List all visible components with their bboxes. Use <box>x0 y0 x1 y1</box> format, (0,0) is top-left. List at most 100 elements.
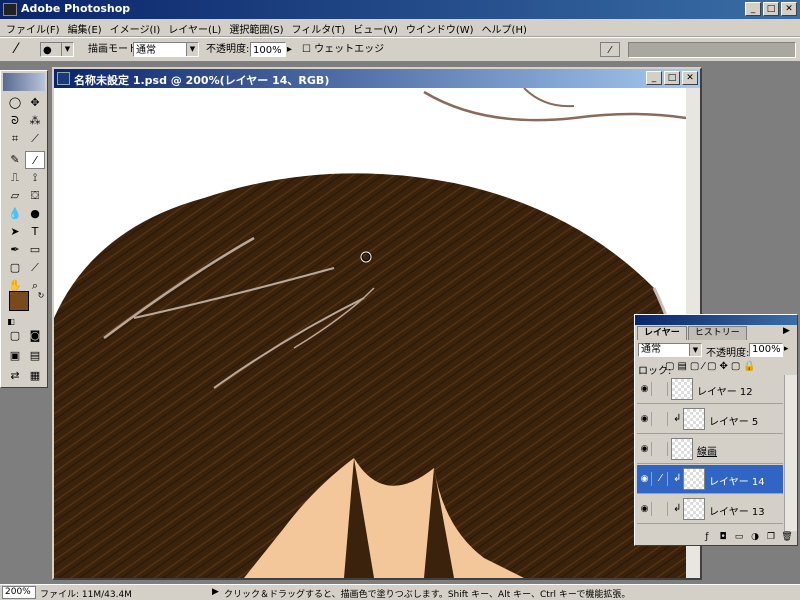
healing-tool-icon[interactable]: ✎ <box>5 151 25 169</box>
visibility-eye-icon[interactable]: ◉ <box>638 442 652 456</box>
slice-tool-icon[interactable]: ⟋ <box>25 130 45 148</box>
layer-name: レイヤー 14 <box>709 477 765 488</box>
lasso-tool-icon[interactable]: ᘐ <box>5 112 25 130</box>
image-canvas[interactable] <box>54 88 686 578</box>
doc-close-button[interactable]: ✕ <box>682 71 698 85</box>
menu-edit[interactable]: 編集(E) <box>66 19 108 36</box>
imageready-jump-icon[interactable]: ⇄ <box>5 367 25 385</box>
layers-palette: レイヤー ヒストリー ▶ 通常 ▼ 不透明度: 100% ▸ ロック: ▢▤▢⁄▢… <box>634 314 798 546</box>
minimize-button[interactable]: _ <box>745 2 761 16</box>
menu-bar: ファイル(F) 編集(E) イメージ(I) レイヤー(L) 選択範囲(S) フィ… <box>0 19 800 37</box>
tab-history[interactable]: ヒストリー <box>687 326 747 340</box>
new-set-icon[interactable]: ▭ <box>733 531 745 543</box>
menu-image[interactable]: イメージ(I) <box>108 19 167 36</box>
zoom-field[interactable]: 200% <box>2 586 36 599</box>
adjustment-layer-icon[interactable]: ◑ <box>749 531 761 543</box>
shape-tool-icon[interactable]: ▭ <box>25 241 45 259</box>
visibility-eye-icon[interactable]: ◉ <box>638 502 652 516</box>
layer-row-selected[interactable]: ◉ ⁄ ↲ レイヤー 14 <box>637 465 783 494</box>
foreground-color-swatch[interactable] <box>9 291 29 311</box>
wet-edges-checkbox[interactable]: ☐ ウェットエッジ <box>302 42 384 57</box>
menu-view[interactable]: ビュー(V) <box>351 19 404 36</box>
brush-tool-icon[interactable]: ⁄ <box>6 42 26 57</box>
menu-help[interactable]: ヘルプ(H) <box>480 19 533 36</box>
standard-mode-icon[interactable]: ▢ <box>5 327 25 345</box>
eraser-tool-icon[interactable]: ▱ <box>5 187 25 205</box>
blend-mode-select[interactable]: 通常 ▼ <box>638 343 702 357</box>
marquee-tool-icon[interactable]: ◯ <box>5 94 25 112</box>
layer-opacity-field[interactable]: 100% <box>749 343 783 357</box>
layer-mask-icon[interactable]: ◘ <box>717 531 729 543</box>
visibility-eye-icon[interactable]: ◉ <box>638 382 652 396</box>
palette-well[interactable] <box>628 42 796 58</box>
link-icon[interactable] <box>654 502 668 516</box>
layers-scrollbar[interactable] <box>784 375 797 531</box>
link-icon[interactable] <box>654 412 668 426</box>
clipping-arrow-icon: ↲ <box>673 413 682 424</box>
menu-filter[interactable]: フィルタ(T) <box>289 19 351 36</box>
move-tool-icon[interactable]: ✥ <box>25 94 45 112</box>
layer-row[interactable]: ◉ 線画 <box>637 435 783 464</box>
halo-sketch <box>423 90 686 122</box>
menu-file[interactable]: ファイル(F) <box>4 19 66 36</box>
document-window: 名称未設定 1.psd @ 200%(レイヤー 14、RGB) _ □ ✕ <box>52 67 702 580</box>
brush-tool-icon-active[interactable]: ⁄ <box>25 151 45 169</box>
tab-layers[interactable]: レイヤー <box>637 326 687 340</box>
path-select-tool-icon[interactable]: ➤ <box>5 223 25 241</box>
link-icon[interactable] <box>654 382 668 396</box>
blur-tool-icon[interactable]: 💧 <box>5 205 25 223</box>
status-menu-arrow-icon[interactable]: ▶ <box>212 587 219 597</box>
opacity-field[interactable]: 100% <box>250 42 286 57</box>
visibility-eye-icon[interactable]: ◉ <box>638 472 652 486</box>
photoshop-app-icon <box>3 3 17 16</box>
eyedropper-tool-icon[interactable]: ⟋ <box>25 259 45 277</box>
brush-icon: ⁄ <box>654 472 668 486</box>
layer-opacity-arrow-icon[interactable]: ▸ <box>784 344 789 354</box>
screen-mode-full-icon[interactable]: ▤ <box>25 347 45 365</box>
maximize-button[interactable]: □ <box>763 2 779 16</box>
layer-name: レイヤー 5 <box>709 417 759 428</box>
document-title: 名称未設定 1.psd @ 200%(レイヤー 14、RGB) <box>74 74 330 87</box>
quickmask-mode-icon[interactable]: ◙ <box>25 327 45 345</box>
layer-thumbnail <box>683 408 705 430</box>
layers-palette-header <box>635 315 797 325</box>
menu-select[interactable]: 選択範囲(S) <box>227 19 289 36</box>
toolbox: ◯ ✥ ᘐ ⁂ ⌗ ⟋ ✎ ⁄ ⎍ ⟟ ▱ ⛋ 💧 ● ➤ T ✒ ▭ ▢ ⟋ … <box>0 70 48 388</box>
palette-menu-icon[interactable]: ▶ <box>783 326 790 336</box>
link-icon[interactable] <box>654 442 668 456</box>
doc-maximize-button[interactable]: □ <box>664 71 680 85</box>
menu-window[interactable]: ウインドウ(W) <box>404 19 480 36</box>
dodge-tool-icon[interactable]: ● <box>25 205 45 223</box>
brush-palette-icon[interactable]: ⁄ <box>600 42 620 57</box>
layer-style-icon[interactable]: ƒ <box>701 531 713 543</box>
layer-name: レイヤー 13 <box>709 507 765 518</box>
layer-row[interactable]: ◉ ↲ レイヤー 13 <box>637 495 783 524</box>
bucket-tool-icon[interactable]: ⛋ <box>25 187 45 205</box>
swap-colors-icon[interactable]: ↻ <box>31 287 51 305</box>
opacity-arrow-icon[interactable]: ▸ <box>287 42 297 57</box>
layer-row[interactable]: ◉ レイヤー 12 <box>637 375 783 404</box>
visibility-eye-icon[interactable]: ◉ <box>638 412 652 426</box>
trash-icon[interactable]: 🗑 <box>781 531 793 543</box>
close-button[interactable]: ✕ <box>781 2 797 16</box>
tool-hint: クリック＆ドラッグすると、描画色で塗りつぶします。Shift キー、Alt キー… <box>224 590 631 600</box>
layer-row[interactable]: ◉ ↲ レイヤー 5 <box>637 405 783 434</box>
new-layer-icon[interactable]: ❐ <box>765 531 777 543</box>
screen-mode-standard-icon[interactable]: ▣ <box>5 347 25 365</box>
magic-wand-tool-icon[interactable]: ⁂ <box>25 112 45 130</box>
pen-tool-icon[interactable]: ✒ <box>5 241 25 259</box>
type-tool-icon[interactable]: T <box>25 223 45 241</box>
notes-tool-icon[interactable]: ▢ <box>5 259 25 277</box>
stamp-tool-icon[interactable]: ⎍ <box>5 169 25 187</box>
app-title-bar: Adobe Photoshop _ □ ✕ <box>0 0 800 19</box>
lock-options-icons[interactable]: ▢▤▢⁄▢✥▢🔒 <box>665 361 759 372</box>
document-title-bar: 名称未設定 1.psd @ 200%(レイヤー 14、RGB) _ □ ✕ <box>54 69 700 88</box>
mode-select[interactable]: 通常 ▼ <box>133 42 199 57</box>
brush-preset-picker[interactable]: ● ▼ <box>40 42 74 57</box>
jump-to-icon[interactable]: ▦ <box>25 367 45 385</box>
layer-thumbnail <box>671 438 693 460</box>
crop-tool-icon[interactable]: ⌗ <box>5 130 25 148</box>
doc-minimize-button[interactable]: _ <box>646 71 662 85</box>
history-brush-tool-icon[interactable]: ⟟ <box>25 169 45 187</box>
menu-layer[interactable]: レイヤー(L) <box>166 19 227 36</box>
